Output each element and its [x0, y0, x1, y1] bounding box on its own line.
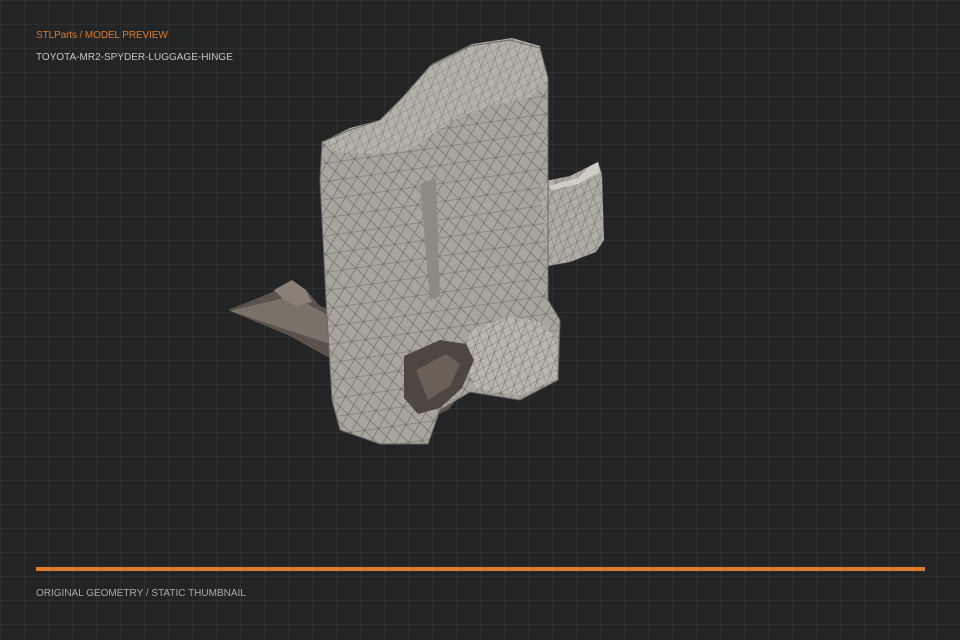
breadcrumb: STLParts / MODEL PREVIEW — [36, 30, 168, 41]
model-preview — [228, 38, 604, 445]
accent-divider — [36, 567, 925, 571]
model-title: TOYOTA-MR2-SPYDER-LUGGAGE-HINGE — [36, 52, 233, 63]
footer-caption: ORIGINAL GEOMETRY / STATIC THUMBNAIL — [36, 588, 246, 599]
